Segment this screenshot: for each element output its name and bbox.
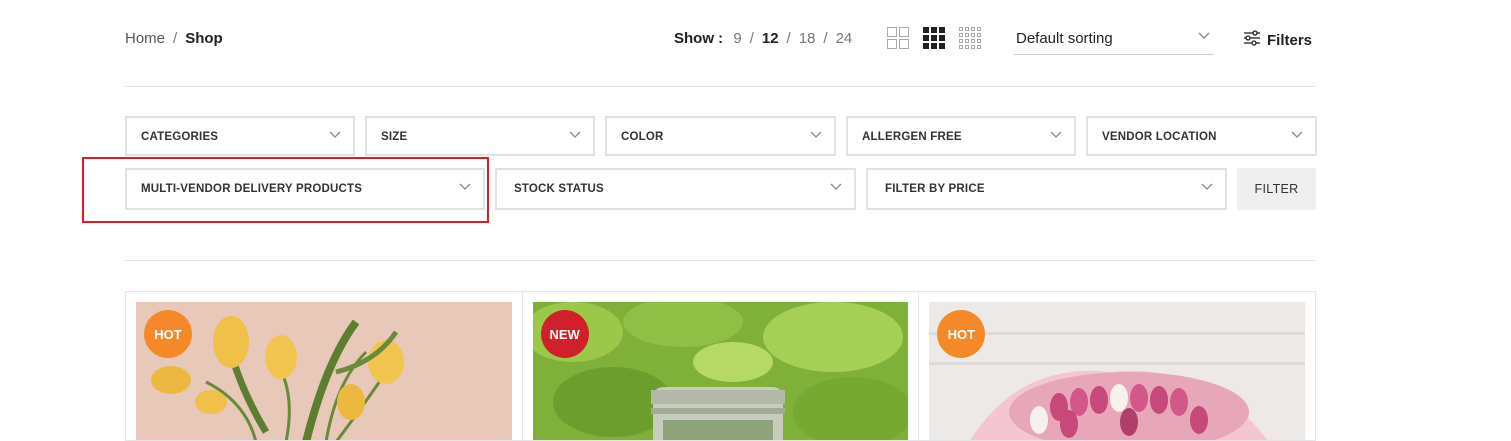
pink-tulip-bouquet-image[interactable]: HOT — [929, 302, 1306, 440]
filter-by-price[interactable]: FILTER BY PRICE — [866, 168, 1227, 210]
sorting-select[interactable]: Default sorting — [1014, 26, 1214, 55]
products-per-page: Show : 9 / 12 / 18 / 24 — [674, 30, 852, 47]
product-grid: HOT NEW HOT — [125, 291, 1316, 441]
filter-label: COLOR — [621, 131, 664, 143]
product-badge: HOT — [937, 310, 986, 358]
divider — [125, 260, 1316, 261]
show-option-24[interactable]: 24 — [836, 30, 853, 47]
breadcrumb-home-link[interactable]: Home — [125, 30, 165, 47]
filter-categories[interactable]: CATEGORIES — [125, 116, 355, 156]
chevron-down-icon — [1198, 32, 1210, 40]
product-card[interactable]: HOT — [126, 292, 523, 440]
filter-label: FILTER BY PRICE — [885, 183, 985, 195]
show-separator: / — [823, 30, 828, 47]
show-option-18[interactable]: 18 — [799, 30, 816, 47]
filter-label: CATEGORIES — [141, 131, 219, 143]
filter-size[interactable]: SIZE — [365, 116, 595, 156]
grid-4-icon[interactable] — [959, 27, 981, 49]
chevron-down-icon — [1201, 183, 1213, 191]
chevron-down-icon — [1291, 131, 1303, 139]
filter-label: VENDOR LOCATION — [1102, 131, 1217, 143]
sorting-value: Default sorting — [1016, 30, 1113, 47]
herb-jar-image[interactable]: NEW — [532, 302, 909, 440]
filter-multi-vendor-delivery[interactable]: MULTI-VENDOR DELIVERY PRODUCTS — [125, 168, 485, 210]
filter-label: MULTI-VENDOR DELIVERY PRODUCTS — [141, 183, 363, 195]
yellow-tulips-image[interactable]: HOT — [136, 302, 512, 440]
product-badge: HOT — [144, 310, 192, 358]
product-badge: NEW — [540, 310, 589, 358]
shop-toolbar: Home / Shop Show : 9 / 12 / 18 / 24 Default sort… — [125, 0, 1316, 87]
filter-submit-button[interactable]: FILTER — [1237, 168, 1316, 210]
filters-label: Filters — [1267, 31, 1313, 49]
chevron-down-icon — [1050, 131, 1062, 139]
product-card[interactable]: NEW — [523, 292, 920, 440]
grid-view-switcher — [887, 27, 981, 49]
product-card[interactable]: HOT — [919, 292, 1315, 440]
grid-2-icon[interactable] — [887, 27, 909, 49]
breadcrumb-separator: / — [173, 30, 178, 47]
breadcrumb-current: Shop — [185, 30, 223, 47]
filter-vendor-location[interactable]: VENDOR LOCATION — [1086, 116, 1317, 156]
show-separator: / — [786, 30, 791, 47]
grid-3-icon[interactable] — [923, 27, 945, 49]
chevron-down-icon — [329, 131, 341, 139]
chevron-down-icon — [810, 131, 822, 139]
filter-color[interactable]: COLOR — [605, 116, 836, 156]
show-option-12[interactable]: 12 — [762, 30, 779, 47]
chevron-down-icon — [830, 183, 842, 191]
filter-label: SIZE — [381, 131, 408, 143]
chevron-down-icon — [569, 131, 581, 139]
filter-stock-status[interactable]: STOCK STATUS — [495, 168, 856, 210]
filter-label: ALLERGEN FREE — [862, 131, 962, 143]
filter-allergen-free[interactable]: ALLERGEN FREE — [846, 116, 1076, 156]
sliders-icon — [1243, 30, 1261, 50]
breadcrumb: Home / Shop — [125, 30, 223, 47]
show-label: Show : — [674, 30, 724, 47]
chevron-down-icon — [459, 183, 471, 191]
show-separator: / — [749, 30, 754, 47]
filter-label: STOCK STATUS — [514, 183, 604, 195]
filters-button[interactable]: Filters — [1243, 30, 1312, 50]
show-option-9[interactable]: 9 — [733, 30, 741, 47]
